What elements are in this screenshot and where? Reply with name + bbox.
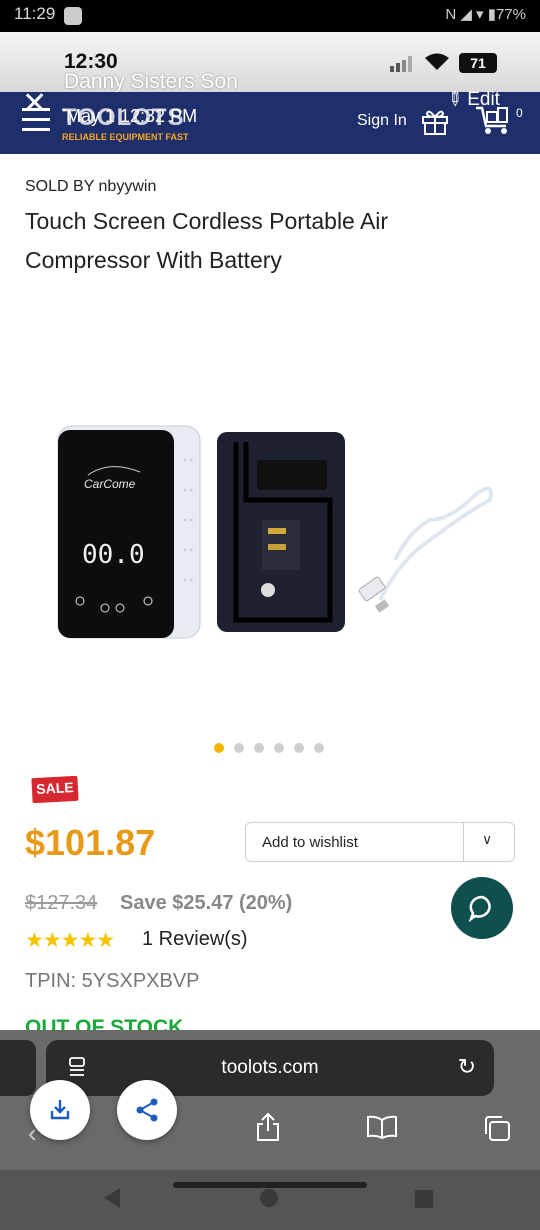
- chat-bubble-icon: [468, 895, 491, 922]
- product-title: Touch Screen Cordless Portable Air Compr…: [25, 208, 389, 273]
- savings-text: Save $25.47 (20%): [120, 892, 293, 914]
- url-text: toolots.com: [221, 1057, 319, 1078]
- address-bar[interactable]: toolots.com ↻: [46, 1040, 494, 1096]
- menu-icon[interactable]: [22, 108, 50, 134]
- device-display-text: 00.0: [82, 540, 145, 570]
- sold-by-label: SOLD BY: [25, 178, 95, 195]
- reload-icon[interactable]: ↻: [458, 1054, 476, 1080]
- bookmarks-icon[interactable]: [366, 1114, 398, 1140]
- share-nodes-icon: [136, 1098, 158, 1122]
- system-status-icons: N ◢ ▾ ▮77%: [445, 6, 526, 23]
- system-status-bar: 11:29 N ◢ ▾ ▮77%: [0, 0, 540, 32]
- tpin-text: TPIN: 5YSXPXBVP: [25, 970, 200, 992]
- wifi-icon: [425, 53, 449, 70]
- carousel-dot[interactable]: [254, 743, 264, 753]
- nav-recents-icon[interactable]: [415, 1190, 433, 1208]
- battery-icon: 71: [459, 53, 497, 73]
- reviews-link[interactable]: 1 Review(s): [142, 928, 248, 951]
- cart-icon[interactable]: [474, 104, 514, 136]
- tabs-icon[interactable]: [482, 1114, 512, 1142]
- overlay-caller-name: Danny Sisters Son: [64, 70, 238, 93]
- rating-stars: ★★★★★: [25, 929, 115, 952]
- previous-tab-stub[interactable]: [0, 1040, 36, 1096]
- logo-tagline: RELIABLE EQUIPMENT FAST: [62, 132, 189, 142]
- signal-icon: [390, 56, 412, 72]
- product-image[interactable]: CarCome 00.0: [50, 420, 510, 650]
- android-navigation-bar: [0, 1170, 540, 1230]
- download-icon: [50, 1100, 70, 1120]
- timestamp-overlay: May 1 12:32 PM: [66, 106, 198, 127]
- seller-link[interactable]: nbyywin: [99, 178, 157, 195]
- download-button[interactable]: [30, 1080, 90, 1140]
- carousel-dot[interactable]: [314, 743, 324, 753]
- share-icon[interactable]: [255, 1112, 281, 1142]
- wishlist-divider: [463, 823, 464, 861]
- share-button[interactable]: [117, 1080, 177, 1140]
- system-time: 11:29: [14, 4, 56, 23]
- cart-count-badge: 0: [516, 106, 523, 120]
- chevron-down-icon[interactable]: ∨: [482, 831, 492, 848]
- wishlist-label: Add to wishlist: [262, 834, 358, 851]
- notification-icon: [64, 7, 82, 25]
- carousel-dot[interactable]: [214, 743, 224, 753]
- original-price: $127.34: [25, 892, 98, 914]
- device-brand-text: CarCome: [84, 477, 136, 491]
- image-carousel-dots: [214, 740, 334, 758]
- add-to-wishlist-button[interactable]: Add to wishlist ∨: [245, 822, 515, 862]
- nav-home-icon[interactable]: [260, 1189, 278, 1207]
- gift-icon[interactable]: [420, 106, 450, 136]
- sold-by: SOLD BY nbyywin: [25, 178, 156, 196]
- chat-button[interactable]: [451, 877, 513, 939]
- carousel-dot[interactable]: [294, 743, 304, 753]
- sale-badge: SALE: [31, 775, 79, 804]
- gesture-handle[interactable]: [173, 1182, 367, 1188]
- nav-back-icon[interactable]: [104, 1188, 120, 1208]
- carousel-dot[interactable]: [274, 743, 284, 753]
- sign-in-link[interactable]: Sign In: [357, 112, 407, 130]
- carousel-dot[interactable]: [234, 743, 244, 753]
- site-header: ✕ TOOLOTS RELIABLE EQUIPMENT FAST May 1 …: [0, 86, 540, 154]
- product-price: $101.87: [25, 822, 156, 863]
- overlay-status-bar: 12:30 Danny Sisters Son 71: [0, 32, 540, 93]
